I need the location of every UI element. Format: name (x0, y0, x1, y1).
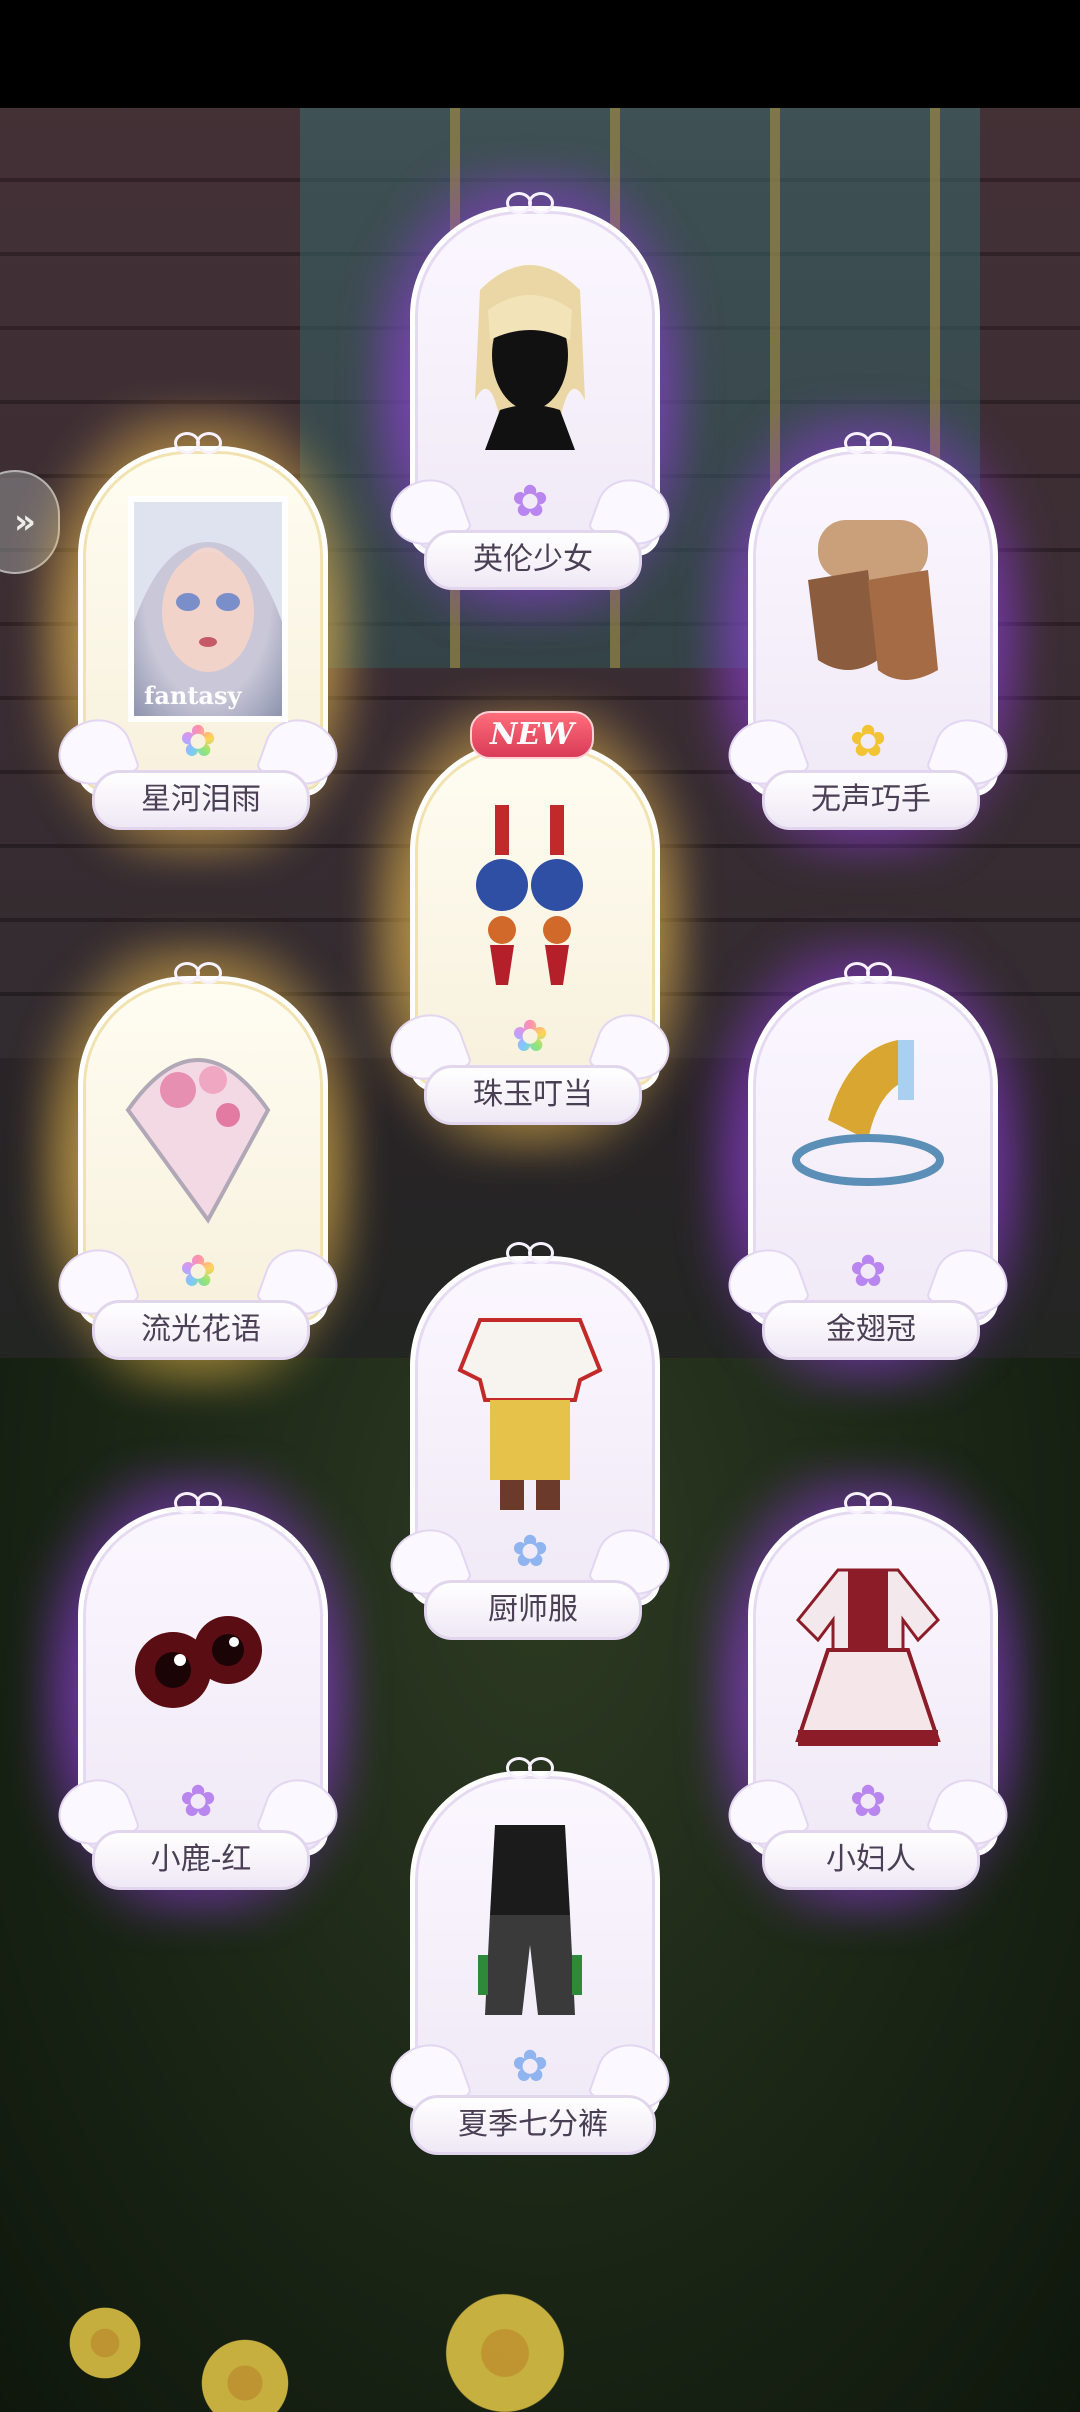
photo-image: fantasy (134, 502, 282, 716)
rainbow-flower-rarity-icon: ✿ (506, 1013, 554, 1061)
reward-card-wusheng[interactable]: ✿ 无声巧手 (706, 408, 1030, 862)
reward-card-yinglun[interactable]: ✿ 英伦少女 (368, 168, 692, 622)
reward-card-zhuyu[interactable]: NEW ✿ 珠玉叮当 (368, 703, 692, 1157)
dress-icon (795, 1568, 941, 1746)
reward-card-xinghe[interactable]: fantasy ✿ 星河泪雨 (36, 408, 360, 862)
reward-card-xiaolu[interactable]: ✿ 小鹿-红 (36, 1468, 360, 1922)
bow-icon (844, 430, 892, 454)
purple-flower-rarity-icon: ✿ (849, 1776, 887, 1827)
item-label: 星河泪雨 (92, 770, 310, 830)
double-chevron-right-icon: » (14, 502, 36, 542)
gold-flower-rarity-icon: ✿ (849, 716, 887, 767)
reward-card-xiaji[interactable]: ✿ 夏季七分裤 (381, 1755, 679, 2165)
earrings-icon (476, 805, 583, 985)
item-label: 夏季七分裤 (410, 2095, 656, 2155)
bow-icon (174, 430, 222, 454)
bow-icon (174, 960, 222, 984)
chef-outfit-icon (457, 1318, 603, 1510)
eyes-icon (135, 1616, 262, 1708)
rainbow-flower-rarity-icon: ✿ (174, 1248, 222, 1296)
purple-flower-rarity-icon: ✿ (511, 476, 549, 527)
reward-card-chushi[interactable]: ✿ 厨师服 (381, 1240, 679, 1650)
item-label: 珠玉叮当 (424, 1065, 642, 1125)
bow-icon (844, 1490, 892, 1514)
gloves-icon (808, 520, 938, 680)
rainbow-flower-rarity-icon: ✿ (174, 718, 222, 766)
pants-outfit-icon (478, 1825, 582, 2015)
hair-icon (475, 265, 585, 450)
bow-icon (174, 1490, 222, 1514)
purple-flower-rarity-icon: ✿ (849, 1246, 887, 1297)
new-badge: NEW (470, 711, 594, 759)
purple-flower-rarity-icon: ✿ (179, 1776, 217, 1827)
photo-caption: fantasy (144, 681, 242, 710)
crown-icon (792, 1040, 944, 1186)
bow-icon (506, 1240, 554, 1264)
reward-card-xiaofuren[interactable]: ✿ 小妇人 (706, 1468, 1030, 1922)
blue-flower-rarity-icon: ✿ (511, 1526, 549, 1577)
item-label: 厨师服 (424, 1580, 642, 1640)
reward-card-jinchi[interactable]: ✿ 金翅冠 (706, 938, 1030, 1392)
status-bar (0, 0, 1080, 108)
reward-card-liuguang[interactable]: ✿ 流光花语 (36, 938, 360, 1392)
item-label: 英伦少女 (424, 530, 642, 590)
bow-icon (506, 190, 554, 214)
bow-icon (506, 1755, 554, 1779)
makeup-photo: fantasy (128, 496, 288, 722)
decor-flower-icon (60, 2298, 150, 2388)
bow-icon (844, 960, 892, 984)
blue-flower-rarity-icon: ✿ (511, 2041, 549, 2092)
item-label: 金翅冠 (762, 1300, 980, 1360)
item-label: 流光花语 (92, 1300, 310, 1360)
item-label: 小鹿-红 (92, 1830, 310, 1890)
fan-icon (125, 1058, 271, 1224)
item-label: 小妇人 (762, 1830, 980, 1890)
item-label: 无声巧手 (762, 770, 980, 830)
